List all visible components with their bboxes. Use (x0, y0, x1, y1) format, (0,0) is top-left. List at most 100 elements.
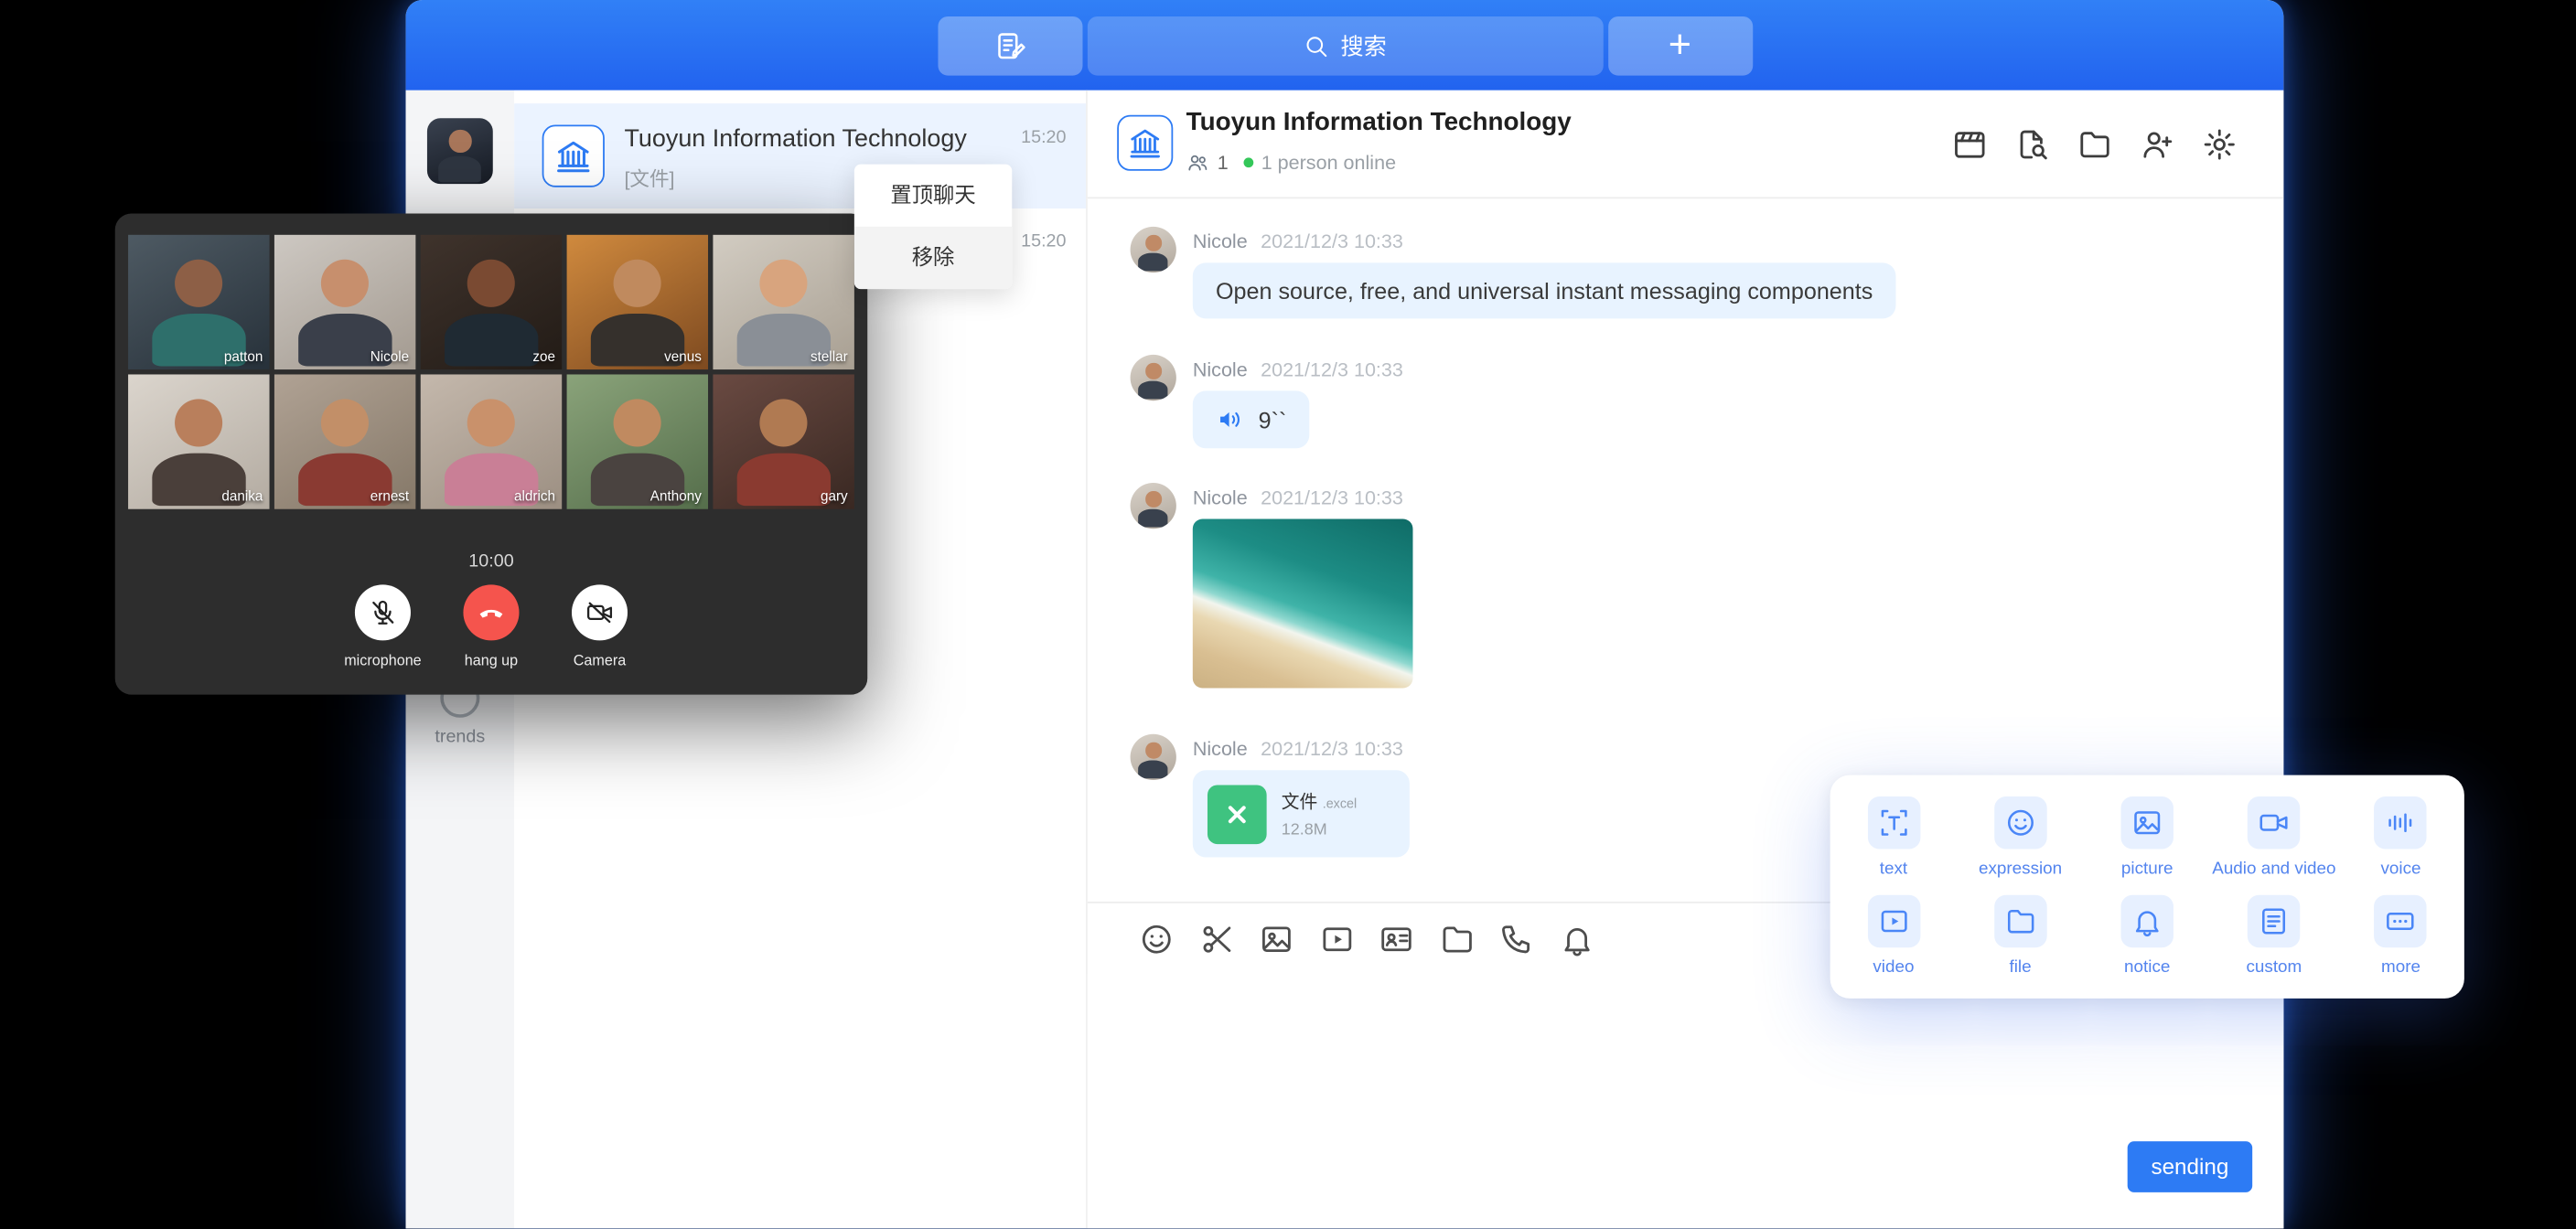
notes-button[interactable] (938, 16, 1082, 75)
image-icon[interactable] (1259, 921, 1295, 957)
text-icon (1867, 796, 1919, 849)
sender-name: Nicole (1193, 230, 1248, 252)
file-info: 文件 .excel 12.8M (1282, 788, 1357, 839)
user-avatar[interactable] (427, 118, 493, 184)
audio-duration: 9`` (1259, 406, 1287, 433)
call-icon[interactable] (1498, 921, 1535, 957)
conversation-time: 15:20 (1021, 231, 1066, 251)
feature-notice[interactable]: notice (2084, 887, 2211, 986)
online-status: 1 person online (1261, 151, 1396, 174)
message-time: 2021/12/3 10:33 (1261, 230, 1403, 252)
message-header: Nicole 2021/12/3 10:33 (1193, 734, 2149, 761)
file-folder-icon (1994, 895, 2046, 947)
camera-off-icon (572, 584, 628, 640)
feature-video[interactable]: video (1830, 887, 1958, 986)
chat-panel: Tuoyun Information Technology 1 1 person… (1088, 91, 2283, 1229)
plus-icon: + (1669, 26, 1691, 65)
conversation-preview: [文件] (624, 165, 674, 193)
title-bar: 搜索 + (406, 0, 2284, 91)
feature-audio-video[interactable]: Audio and video (2211, 788, 2338, 887)
avatar[interactable] (1131, 483, 1176, 529)
group-files-icon[interactable] (2077, 126, 2113, 163)
group-notice-icon[interactable] (1952, 126, 1989, 163)
chat-header-actions (1952, 126, 2238, 163)
message: Nicole 2021/12/3 10:33 (1131, 483, 2149, 688)
participant-video: Anthony (567, 374, 708, 508)
message-time: 2021/12/3 10:33 (1261, 737, 1403, 760)
feature-voice[interactable]: voice (2337, 788, 2464, 887)
call-timer: 10:00 (115, 551, 868, 572)
chat-history-search-icon[interactable] (2014, 126, 2051, 163)
participant-video: patton (128, 235, 269, 369)
participant-video: Nicole (274, 235, 415, 369)
avatar[interactable] (1131, 734, 1176, 780)
screen: 搜索 + trends Tuoyun Information Technolog… (0, 0, 2576, 1228)
feature-panel: text expression picture Audio and video … (1830, 775, 2464, 999)
chat-title: Tuoyun Information Technology (1186, 109, 1572, 138)
audio-video-icon (2248, 796, 2300, 849)
expression-icon (1994, 796, 2046, 849)
sender-name: Nicole (1193, 486, 1248, 509)
participant-grid: patton Nicole zoe venus stellar danika e… (128, 235, 854, 509)
text-message-bubble[interactable]: Open source, free, and universal instant… (1193, 262, 1896, 318)
file-icon[interactable] (1438, 921, 1475, 957)
member-count: 1 (1218, 151, 1229, 174)
message: Nicole 2021/12/3 10:33 9`` (1131, 355, 2149, 448)
add-member-icon[interactable] (2139, 126, 2175, 163)
image-message[interactable] (1193, 519, 1413, 689)
feature-custom[interactable]: custom (2211, 887, 2338, 986)
message: Nicole 2021/12/3 10:33 Open source, free… (1131, 227, 2149, 319)
participant-video: stellar (713, 235, 853, 369)
conversation-title: Tuoyun Information Technology (624, 124, 1002, 153)
add-button[interactable]: + (1607, 16, 1752, 75)
file-extension: .excel (1323, 796, 1358, 811)
send-button[interactable]: sending (2128, 1141, 2252, 1192)
file-name: 文件 (1282, 788, 1318, 815)
chat-header: Tuoyun Information Technology 1 1 person… (1088, 91, 2283, 199)
search-icon (1303, 32, 1329, 59)
header-controls: 搜索 + (938, 16, 1753, 75)
menu-item-pin-chat[interactable]: 置顶聊天 (854, 165, 1012, 227)
feature-expression[interactable]: expression (1957, 788, 2084, 887)
emoji-icon[interactable] (1139, 921, 1175, 957)
members-icon (1186, 151, 1209, 174)
participant-video: zoe (421, 235, 562, 369)
search-bar[interactable]: 搜索 (1087, 16, 1603, 75)
sender-name: Nicole (1193, 358, 1248, 381)
audio-wave-icon (1216, 406, 1244, 434)
feature-file[interactable]: file (1957, 887, 2084, 986)
participant-video: aldrich (421, 374, 562, 508)
notes-icon (993, 28, 1026, 61)
hang-up-icon (463, 584, 519, 640)
microphone-toggle[interactable]: microphone (328, 584, 437, 668)
feature-picture[interactable]: picture (2084, 788, 2211, 887)
contact-card-icon[interactable] (1379, 921, 1415, 957)
participant-video: venus (567, 235, 708, 369)
feature-text[interactable]: text (1830, 788, 1958, 887)
message-header: Nicole 2021/12/3 10:33 (1193, 227, 2149, 253)
menu-item-remove[interactable]: 移除 (854, 227, 1012, 289)
participant-video: ernest (274, 374, 415, 508)
context-menu: 置顶聊天 移除 (854, 165, 1012, 289)
file-message[interactable]: 文件 .excel 12.8M (1193, 770, 1410, 857)
screenshot-icon[interactable] (1198, 921, 1235, 957)
message-input[interactable] (1088, 974, 2283, 1228)
excel-file-icon (1208, 785, 1267, 844)
conversation-time: 15:20 (1021, 128, 1066, 148)
feature-more[interactable]: more (2337, 887, 2464, 986)
settings-icon[interactable] (2202, 126, 2238, 163)
online-dot (1243, 157, 1253, 167)
message-header: Nicole 2021/12/3 10:33 (1193, 355, 2149, 381)
trends-label: trends (406, 728, 515, 748)
mic-off-icon (355, 584, 411, 640)
video-call-overlay: patton Nicole zoe venus stellar danika e… (115, 213, 868, 694)
custom-doc-icon (2248, 895, 2300, 947)
camera-toggle[interactable]: Camera (545, 584, 654, 668)
video-icon[interactable] (1318, 921, 1355, 957)
group-icon (542, 124, 605, 187)
avatar[interactable] (1131, 355, 1176, 401)
hang-up-button[interactable]: hang up (437, 584, 546, 668)
notification-icon[interactable] (1558, 921, 1594, 957)
audio-message-bubble[interactable]: 9`` (1193, 390, 1310, 448)
avatar[interactable] (1131, 227, 1176, 273)
